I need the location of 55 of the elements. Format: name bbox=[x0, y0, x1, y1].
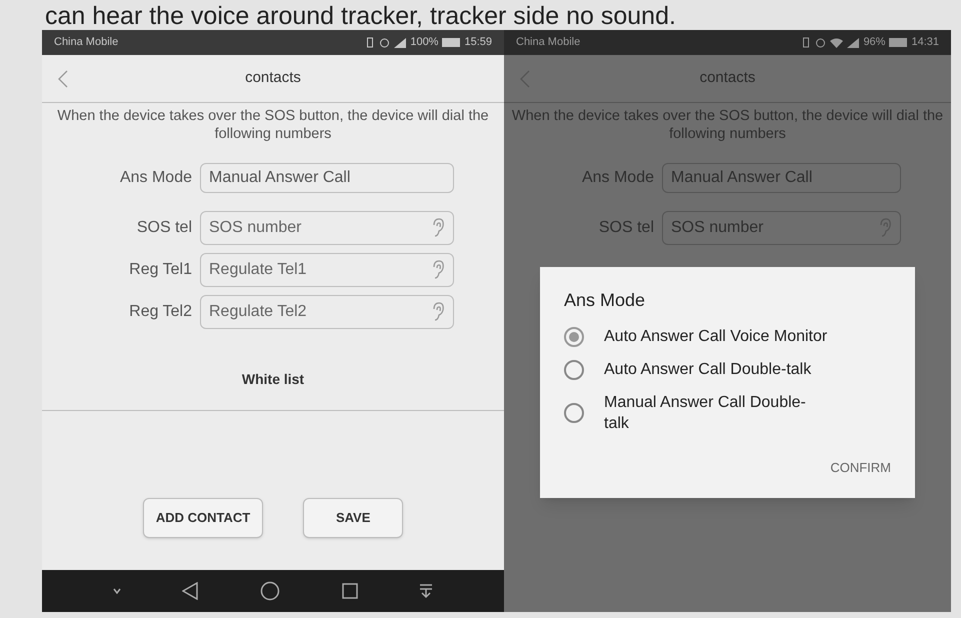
radio-button[interactable] bbox=[564, 360, 584, 380]
battery-icon bbox=[442, 38, 460, 47]
signal-icon bbox=[394, 38, 406, 48]
phone-field[interactable]: SOS number bbox=[200, 211, 454, 245]
battery-percent: 100% bbox=[410, 35, 438, 50]
recents-square-icon[interactable] bbox=[342, 583, 358, 599]
radio-button[interactable] bbox=[564, 403, 584, 423]
phone-field[interactable]: Regulate Tel1 bbox=[200, 253, 454, 287]
battery-icon bbox=[889, 38, 908, 47]
clock-time: 14:31 bbox=[911, 35, 939, 50]
alarm-icon bbox=[379, 37, 390, 48]
screen-title: contacts bbox=[245, 68, 301, 88]
phone-input[interactable]: Regulate Tel1 bbox=[209, 258, 431, 282]
option-label[interactable]: Auto Answer Call Double-talk bbox=[604, 359, 829, 380]
battery-percent: 96% bbox=[863, 35, 886, 50]
field-label: SOS tel bbox=[136, 218, 192, 238]
phone-input[interactable]: SOS number bbox=[671, 216, 878, 240]
back-triangle-icon[interactable] bbox=[182, 582, 198, 600]
carrier-name: China Mobile bbox=[54, 35, 118, 50]
description-text: When the device takes over the SOS button, the device will dial the following numbers bbox=[56, 107, 490, 143]
home-circle-icon[interactable] bbox=[260, 581, 280, 601]
dialog-title: Ans Mode bbox=[564, 289, 646, 312]
clock-time: 15:59 bbox=[464, 35, 492, 50]
field-label: Ans Mode bbox=[118, 168, 192, 188]
field-label: Reg Tel2 bbox=[128, 302, 192, 322]
option-label[interactable]: Auto Answer Call Voice Monitor bbox=[604, 326, 829, 347]
option-label[interactable]: Manual Answer Call Double-talk bbox=[604, 392, 829, 434]
screen-title: contacts bbox=[700, 68, 756, 88]
action-button[interactable]: SAVE bbox=[303, 498, 404, 538]
notification-pull-icon[interactable] bbox=[419, 583, 434, 599]
field-label: Ans Mode bbox=[580, 168, 654, 188]
signal-icon bbox=[847, 38, 860, 48]
phone-input[interactable]: Regulate Tel2 bbox=[209, 300, 431, 324]
phone-input[interactable]: SOS number bbox=[209, 216, 431, 240]
section-heading: White list bbox=[242, 370, 304, 389]
field-label: SOS tel bbox=[598, 218, 654, 238]
chevron-down-icon[interactable] bbox=[112, 588, 121, 594]
carrier-name: China Mobile bbox=[516, 35, 580, 50]
action-button[interactable]: ADD CONTACT bbox=[142, 498, 264, 538]
phone-field[interactable]: Regulate Tel2 bbox=[200, 295, 454, 329]
ear-icon[interactable] bbox=[431, 260, 445, 280]
vibrate-icon bbox=[365, 37, 376, 48]
caption-text: can hear the voice around tracker, tracker side no sound. bbox=[45, 2, 676, 30]
alarm-icon bbox=[815, 37, 826, 48]
field-label: Reg Tel1 bbox=[128, 260, 192, 280]
radio-button[interactable] bbox=[564, 326, 584, 346]
ear-icon[interactable] bbox=[431, 218, 445, 238]
vibrate-icon bbox=[801, 37, 812, 48]
confirm-button[interactable]: CONFIRM bbox=[830, 458, 891, 478]
answer-mode-select[interactable]: Manual Answer Call bbox=[200, 163, 454, 193]
wifi-icon bbox=[830, 38, 844, 48]
back-icon[interactable] bbox=[58, 70, 68, 88]
ear-icon[interactable] bbox=[431, 302, 445, 322]
phone-field[interactable]: SOS number bbox=[662, 211, 901, 245]
description-text: When the device takes over the SOS button, the device will dial the following numbers bbox=[510, 107, 944, 143]
